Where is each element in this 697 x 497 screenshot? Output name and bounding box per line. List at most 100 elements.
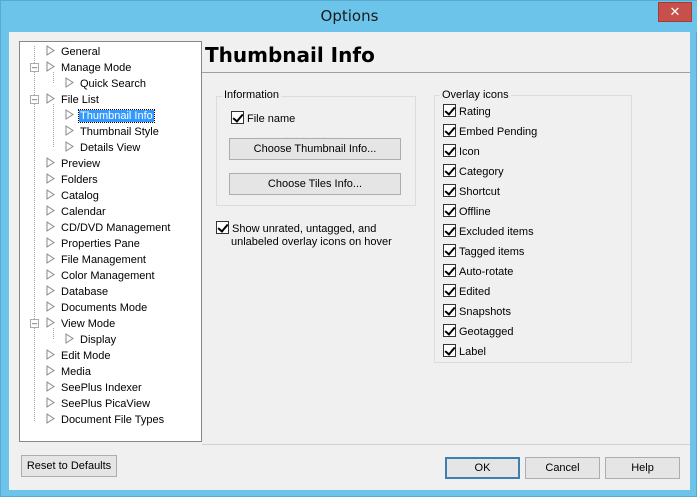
overlay-checkbox[interactable]	[443, 304, 456, 317]
cancel-button[interactable]: Cancel	[525, 457, 600, 479]
tree-item[interactable]: Preview	[46, 156, 101, 172]
tree-item[interactable]: Thumbnail Style	[65, 124, 160, 140]
tree-item[interactable]: File Management	[46, 252, 147, 268]
overlay-icon-option[interactable]: Tagged items	[443, 244, 524, 260]
show-unrated-check[interactable]	[216, 221, 229, 234]
information-group-title: Information	[222, 89, 282, 101]
choose-tiles-info-button[interactable]: Choose Tiles Info...	[229, 173, 401, 195]
overlay-icon-option[interactable]: Excluded items	[443, 224, 534, 240]
file-name-checkbox[interactable]: File name	[231, 111, 295, 127]
tree-item[interactable]: Details View	[65, 140, 141, 156]
overlay-icon-option[interactable]: Auto-rotate	[443, 264, 513, 280]
tree-item[interactable]: Color Management	[46, 268, 156, 284]
reset-to-defaults-button[interactable]: Reset to Defaults	[21, 455, 117, 477]
overlay-icon-option[interactable]: Category	[443, 164, 504, 180]
tree-item[interactable]: Documents Mode	[46, 300, 148, 316]
tree-item-label: SeePlus Indexer	[61, 382, 142, 394]
overlay-checkbox[interactable]	[443, 164, 456, 177]
tree-item[interactable]: Display	[65, 332, 117, 348]
page-arrow-icon	[65, 141, 74, 152]
tree-item[interactable]: SeePlus Indexer	[46, 380, 143, 396]
file-name-check[interactable]	[231, 111, 244, 124]
overlay-checkbox[interactable]	[443, 184, 456, 197]
overlay-option-label: Snapshots	[459, 306, 511, 318]
overlay-checkbox[interactable]	[443, 244, 456, 257]
page-arrow-icon	[46, 269, 55, 280]
help-button[interactable]: Help	[605, 457, 680, 479]
overlay-option-label: Label	[459, 346, 486, 358]
tree-item[interactable]: Catalog	[46, 188, 100, 204]
overlay-checkbox[interactable]	[443, 144, 456, 157]
tree-item[interactable]: General	[46, 44, 101, 60]
tree-item-label: Quick Search	[80, 78, 147, 90]
overlay-checkbox[interactable]	[443, 344, 456, 357]
tree-item[interactable]: Calendar	[46, 204, 107, 220]
tree-item-label: CD/DVD Management	[61, 222, 171, 234]
overlay-option-label: Geotagged	[459, 326, 514, 338]
page-arrow-icon	[46, 157, 55, 168]
page-arrow-icon	[46, 237, 55, 248]
ok-button[interactable]: OK	[445, 457, 520, 479]
close-button[interactable]: ✕	[658, 2, 692, 22]
tree-item-label: Display	[80, 334, 117, 346]
overlay-option-label: Tagged items	[459, 246, 525, 258]
tree-item[interactable]: Properties Pane	[46, 236, 141, 252]
overlay-icons-group-title: Overlay icons	[440, 89, 511, 101]
overlay-icon-option[interactable]: Geotagged	[443, 324, 513, 340]
tree-item[interactable]: – File List	[30, 92, 100, 108]
tree-item-label: Edit Mode	[61, 350, 111, 362]
tree-item[interactable]: – View Mode	[30, 316, 116, 332]
overlay-checkbox[interactable]	[443, 264, 456, 277]
tree-item-label: Details View	[80, 142, 141, 154]
overlay-icon-option[interactable]: Icon	[443, 144, 480, 160]
collapse-icon[interactable]: –	[30, 95, 39, 104]
page-arrow-icon	[46, 397, 55, 408]
tree-item[interactable]: SeePlus PicaView	[46, 396, 151, 412]
overlay-icon-option[interactable]: Shortcut	[443, 184, 500, 200]
tree-item[interactable]: Quick Search	[65, 76, 147, 92]
tree-item-label: View Mode	[61, 318, 116, 330]
page-arrow-icon	[46, 365, 55, 376]
window-title: Options	[320, 7, 379, 25]
overlay-option-label: Embed Pending	[459, 126, 538, 138]
choose-thumbnail-info-button[interactable]: Choose Thumbnail Info...	[229, 138, 401, 160]
overlay-icon-option[interactable]: Edited	[443, 284, 490, 300]
page-arrow-icon	[46, 45, 55, 56]
page-arrow-icon	[46, 205, 55, 216]
collapse-icon[interactable]: –	[30, 63, 39, 72]
tree-item[interactable]: Database	[46, 284, 109, 300]
overlay-icon-option[interactable]: Snapshots	[443, 304, 511, 320]
overlay-checkbox[interactable]	[443, 124, 456, 137]
tree-item[interactable]: – Manage Mode	[30, 60, 132, 76]
footer-divider	[202, 444, 690, 445]
overlay-checkbox[interactable]	[443, 204, 456, 217]
collapse-icon[interactable]: –	[30, 319, 39, 328]
overlay-option-label: Category	[459, 166, 504, 178]
tree-item[interactable]: Folders	[46, 172, 99, 188]
tree-item-label: File List	[61, 94, 99, 106]
tree-item-label: Manage Mode	[61, 62, 132, 74]
page-arrow-icon	[46, 317, 55, 328]
overlay-icon-option[interactable]: Rating	[443, 104, 491, 120]
tree-item[interactable]: Media	[46, 364, 92, 380]
title-bar[interactable]: Options ✕	[1, 1, 697, 32]
show-unrated-label-1: Show unrated, untagged, and	[232, 223, 377, 235]
overlay-checkbox[interactable]	[443, 324, 456, 337]
overlay-checkbox[interactable]	[443, 284, 456, 297]
tree-item[interactable]: Edit Mode	[46, 348, 112, 364]
tree-item[interactable]: CD/DVD Management	[46, 220, 171, 236]
page-arrow-icon	[46, 61, 55, 72]
options-tree[interactable]: General – Manage Mode Quick Search – File Lis…	[19, 41, 202, 442]
options-window: Options ✕ General – Manage Mode Quick Searc…	[0, 0, 697, 497]
tree-item-label: SeePlus PicaView	[61, 398, 151, 410]
overlay-icon-option[interactable]: Offline	[443, 204, 491, 220]
overlay-checkbox[interactable]	[443, 104, 456, 117]
tree-item-label: Media	[61, 366, 91, 378]
tree-item[interactable]: Document File Types	[46, 412, 165, 428]
overlay-icon-option[interactable]: Label	[443, 344, 486, 360]
tree-item[interactable]: Thumbnail Info	[65, 108, 155, 124]
tree-item-label: Document File Types	[61, 414, 165, 426]
page-title: Thumbnail Info	[205, 43, 375, 67]
overlay-icon-option[interactable]: Embed Pending	[443, 124, 537, 140]
overlay-checkbox[interactable]	[443, 224, 456, 237]
